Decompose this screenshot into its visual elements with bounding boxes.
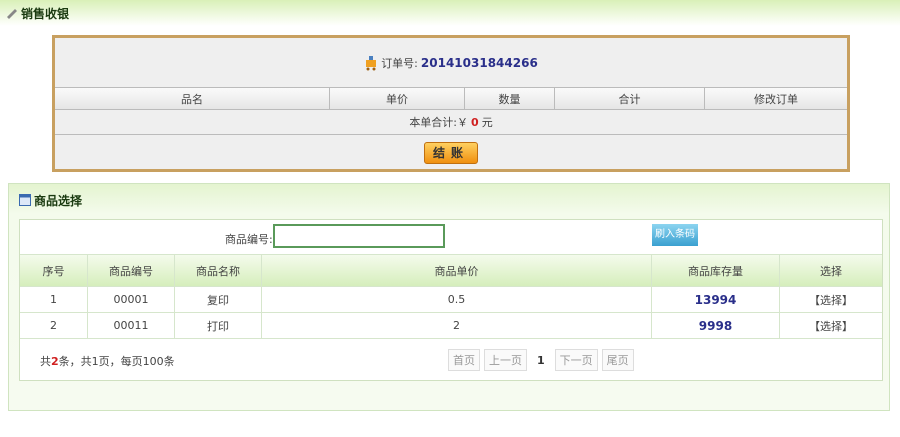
- th-name: 商品名称: [175, 255, 262, 286]
- col-qty: 数量: [465, 88, 555, 109]
- page-title: 销售收银: [21, 6, 70, 21]
- order-table-header: 品名 单价 数量 合计 修改订单: [55, 88, 847, 110]
- table-row: 1 00001 复印 0.5 13994 【选择】: [20, 287, 882, 313]
- table-row: 2 00011 打印 2 9998 【选择】: [20, 313, 882, 339]
- search-row: 商品编号: 刷入条码: [20, 220, 882, 255]
- order-total-row: 本单合计:￥ 0 元: [55, 110, 847, 135]
- goods-panel: 商品选择 商品编号: 刷入条码 序号 商品编号 商品名称 商品单价 商品库存量 …: [8, 183, 890, 411]
- cell-stock: 13994: [652, 287, 780, 312]
- total-label: 本单合计:￥: [409, 116, 469, 129]
- order-no: 20141031844266: [420, 55, 538, 70]
- pencil-icon: [7, 9, 17, 19]
- record-count: 2: [51, 355, 59, 368]
- total-unit: 元: [481, 116, 493, 129]
- table-icon: [19, 194, 31, 206]
- cell-price: 2: [262, 313, 652, 338]
- goods-title: 商品选择: [34, 193, 83, 208]
- order-number-row: 订单号: 20141031844266: [55, 38, 847, 88]
- cell-name: 打印: [175, 313, 262, 338]
- scan-barcode-button[interactable]: 刷入条码: [652, 224, 698, 246]
- pager: 首页 上一页 1 下一页 尾页: [448, 349, 634, 371]
- cell-code: 00001: [88, 287, 175, 312]
- cell-no: 1: [20, 287, 88, 312]
- total-value: 0: [471, 115, 479, 129]
- col-subtotal: 合计: [555, 88, 705, 109]
- checkout-button[interactable]: 结账: [424, 142, 478, 164]
- col-edit: 修改订单: [754, 92, 798, 106]
- search-label: 商品编号:: [225, 233, 273, 246]
- order-no-label: 订单号:: [381, 56, 418, 70]
- cell-price: 0.5: [262, 287, 652, 312]
- th-no: 序号: [20, 255, 88, 286]
- checkout-row: 结账: [55, 135, 847, 171]
- th-stock: 商品库存量: [652, 255, 780, 286]
- next-page-button[interactable]: 下一页: [554, 349, 598, 371]
- select-link[interactable]: 【选择】: [780, 287, 882, 312]
- info-prefix: 共: [40, 355, 51, 368]
- select-link[interactable]: 【选择】: [780, 313, 882, 338]
- cell-code: 00011: [88, 313, 175, 338]
- first-page-button[interactable]: 首页: [448, 349, 480, 371]
- th-select: 选择: [820, 264, 842, 278]
- pagination-row: 共2条，共1页，每页100条 首页 上一页 1 下一页 尾页: [20, 339, 882, 379]
- prev-page-button[interactable]: 上一页: [484, 349, 527, 371]
- th-code: 商品编号: [88, 255, 175, 286]
- goods-title-bar: 商品选择: [9, 184, 889, 216]
- goods-code-input[interactable]: [273, 224, 445, 248]
- cell-no: 2: [20, 313, 88, 338]
- col-price: 单价: [330, 88, 465, 109]
- table-header: 序号 商品编号 商品名称 商品单价 商品库存量 选择: [20, 255, 882, 287]
- pagination-info: 共2条，共1页，每页100条: [40, 353, 175, 369]
- cart-icon: [366, 55, 377, 70]
- info-suffix: 条，共1页，每页100条: [58, 355, 175, 368]
- th-price: 商品单价: [262, 255, 652, 286]
- cell-name: 复印: [175, 287, 262, 312]
- order-panel: 订单号: 20141031844266 品名 单价 数量 合计 修改订单 本单合…: [52, 35, 850, 172]
- current-page: 1: [537, 353, 545, 367]
- goods-table: 商品编号: 刷入条码 序号 商品编号 商品名称 商品单价 商品库存量 选择 1 …: [19, 219, 883, 381]
- last-page-button[interactable]: 尾页: [601, 349, 634, 371]
- page-header: 销售收银: [0, 0, 900, 26]
- cell-stock: 9998: [652, 313, 780, 338]
- col-name: 品名: [55, 88, 330, 109]
